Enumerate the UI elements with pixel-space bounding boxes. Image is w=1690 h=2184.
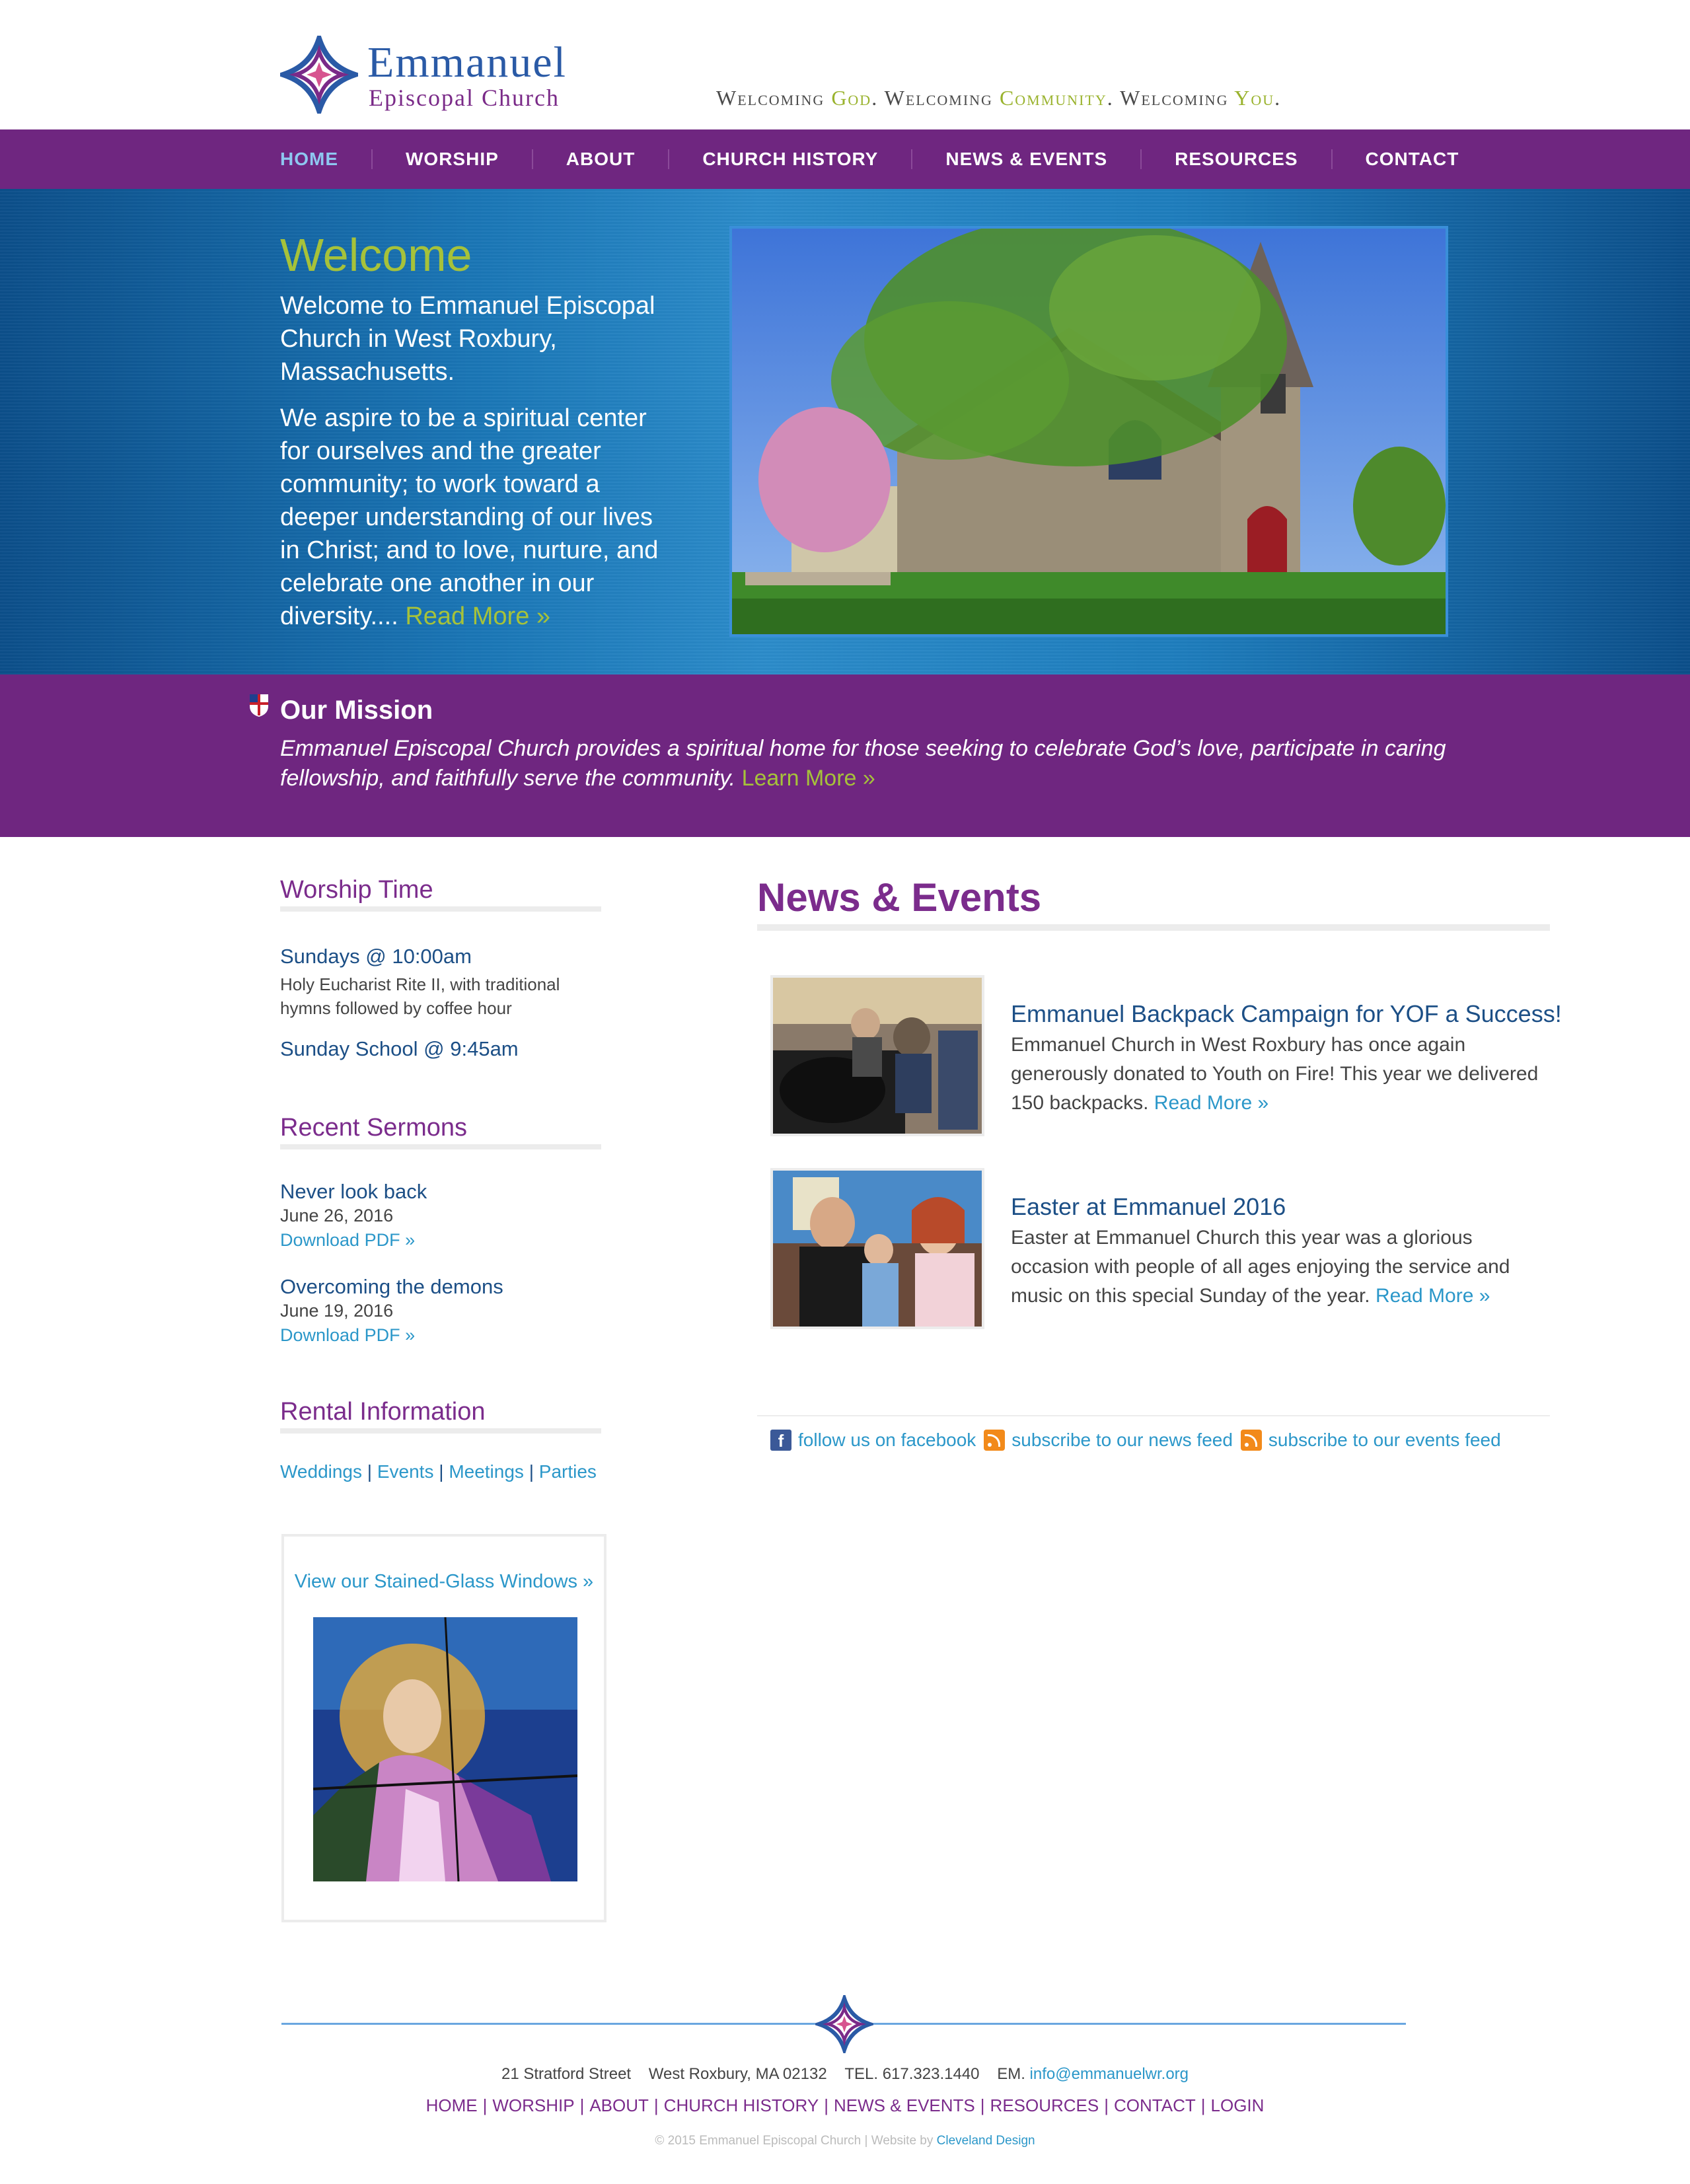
learn-more-link[interactable]: Learn More » bbox=[742, 766, 875, 791]
footer-nav-login[interactable]: LOGIN bbox=[1211, 2095, 1265, 2115]
stained-glass-link[interactable]: View our Stained-Glass Windows » bbox=[284, 1571, 604, 1593]
service-description-line2: hymns followed by coffee hour bbox=[280, 998, 512, 1018]
divider bbox=[757, 924, 1550, 931]
news-title[interactable]: Emmanuel Backpack Campaign for YOF a Suc… bbox=[1011, 1000, 1562, 1028]
nav-separator bbox=[635, 149, 702, 169]
welcome-intro: Welcome to Emmanuel Episcopal Church in … bbox=[280, 292, 655, 386]
designer-link[interactable]: Cleveland Design bbox=[937, 2134, 1035, 2148]
read-more-link[interactable]: Read More » bbox=[1376, 1285, 1490, 1307]
welcome-body: We aspire to be a spiritual center for o… bbox=[280, 404, 659, 630]
nav-item-church-history[interactable]: CHURCH HISTORY bbox=[702, 149, 878, 170]
news-feed-link[interactable]: subscribe to our news feed bbox=[1011, 1430, 1233, 1451]
footer-address: 21 Stratford Street West Roxbury, MA 021… bbox=[501, 2065, 1189, 2083]
read-more-link[interactable]: Read More » bbox=[405, 602, 550, 630]
rss-icon[interactable] bbox=[984, 1430, 1006, 1451]
logo-name: Emmanuel bbox=[367, 38, 567, 87]
meetings-link[interactable]: Meetings bbox=[449, 1461, 524, 1482]
footer-nav-home[interactable]: HOME bbox=[426, 2095, 478, 2115]
news-thumbnail[interactable] bbox=[770, 1168, 984, 1329]
church-photo bbox=[729, 226, 1448, 637]
footer-nav-worship[interactable]: WORSHIP bbox=[492, 2095, 574, 2115]
mission-text: Emmanuel Episcopal Church provides a spi… bbox=[280, 736, 1446, 791]
rss-icon[interactable] bbox=[1240, 1430, 1262, 1451]
facebook-link[interactable]: follow us on facebook bbox=[798, 1430, 976, 1451]
news-excerpt: Easter at Emmanuel Church this year was … bbox=[1011, 1227, 1510, 1307]
divider bbox=[280, 906, 601, 912]
weddings-link[interactable]: Weddings bbox=[280, 1461, 362, 1482]
nav-item-worship[interactable]: WORSHIP bbox=[406, 149, 499, 170]
footer-nav-church-history[interactable]: CHURCH HISTORY bbox=[664, 2095, 819, 2115]
read-more-link[interactable]: Read More » bbox=[1154, 1092, 1268, 1114]
events-feed-link[interactable]: subscribe to our events feed bbox=[1268, 1430, 1501, 1451]
cross-logo-icon bbox=[280, 36, 358, 114]
nav-item-resources[interactable]: RESOURCES bbox=[1175, 149, 1298, 170]
footer-nav-news-events[interactable]: NEWS & EVENTS bbox=[834, 2095, 975, 2115]
footer-email-link[interactable]: info@emmanuelwr.org bbox=[1030, 2065, 1189, 2083]
nav-separator bbox=[338, 149, 406, 169]
news-thumbnail[interactable] bbox=[770, 975, 984, 1136]
sermon-title[interactable]: Overcoming the demons bbox=[280, 1275, 503, 1299]
logo-subtitle: Episcopal Church bbox=[369, 85, 560, 111]
stained-glass-image[interactable] bbox=[313, 1617, 577, 1881]
sunday-school-time: Sunday School @ 9:45am bbox=[280, 1037, 519, 1060]
nav-item-news-events[interactable]: NEWS & EVENTS bbox=[945, 149, 1107, 170]
facebook-icon[interactable]: f bbox=[770, 1430, 791, 1451]
footer-copyright: © 2015 Emmanuel Episcopal Church | Websi… bbox=[655, 2134, 1035, 2148]
site-header: Emmanuel Episcopal Church Welcoming God.… bbox=[0, 0, 1690, 129]
rental-information-title: Rental Information bbox=[280, 1398, 486, 1426]
mission-band: Our Mission Emmanuel Episcopal Church pr… bbox=[0, 674, 1690, 837]
download-pdf-link[interactable]: Download PDF » bbox=[280, 1325, 415, 1346]
welcome-title: Welcome bbox=[280, 229, 472, 281]
nav-item-contact[interactable]: CONTACT bbox=[1366, 149, 1459, 170]
news-excerpt: Emmanuel Church in West Roxbury has once… bbox=[1011, 1034, 1539, 1114]
nav-separator bbox=[1298, 149, 1366, 169]
site-logo[interactable]: Emmanuel Episcopal Church bbox=[280, 36, 637, 116]
news-events-title: News & Events bbox=[757, 875, 1042, 920]
sermon-date: June 19, 2016 bbox=[280, 1301, 394, 1321]
stained-glass-box: View our Stained-Glass Windows » bbox=[281, 1534, 606, 1922]
sermon-date: June 26, 2016 bbox=[280, 1206, 394, 1225]
service-description-line1: Holy Eucharist Rite II, with traditional bbox=[280, 974, 560, 994]
divider bbox=[280, 1428, 601, 1434]
nav-separator bbox=[878, 149, 945, 169]
divider bbox=[280, 1144, 601, 1149]
footer-nav-about[interactable]: ABOUT bbox=[589, 2095, 649, 2115]
divider bbox=[757, 1415, 1550, 1416]
tagline: Welcoming God. Welcoming Community. Welc… bbox=[716, 86, 1282, 110]
recent-sermons-title: Recent Sermons bbox=[280, 1114, 468, 1142]
parties-link[interactable]: Parties bbox=[539, 1461, 597, 1482]
sunday-service-time: Sundays @ 10:00am bbox=[280, 945, 472, 968]
nav-separator bbox=[1107, 149, 1175, 169]
nav-item-about[interactable]: ABOUT bbox=[566, 149, 636, 170]
cross-logo-icon bbox=[815, 1995, 873, 2053]
news-title[interactable]: Easter at Emmanuel 2016 bbox=[1011, 1193, 1286, 1221]
main-nav: HOME WORSHIP ABOUT CHURCH HISTORY NEWS &… bbox=[0, 129, 1690, 189]
footer-nav: HOME | WORSHIP | ABOUT | CHURCH HISTORY | NEWS &… bbox=[425, 2095, 1265, 2115]
footer-nav-contact[interactable]: CONTACT bbox=[1114, 2095, 1196, 2115]
events-link[interactable]: Events bbox=[377, 1461, 434, 1482]
sermon-title[interactable]: Never look back bbox=[280, 1180, 427, 1204]
mission-title: Our Mission bbox=[280, 696, 433, 725]
welcome-hero: Welcome Welcome to Emmanuel Episcopal Ch… bbox=[0, 189, 1690, 674]
worship-time-title: Worship Time bbox=[280, 876, 433, 904]
nav-item-home[interactable]: HOME bbox=[280, 149, 338, 170]
footer-nav-resources[interactable]: RESOURCES bbox=[990, 2095, 1099, 2115]
episcopal-shield-icon bbox=[250, 694, 268, 717]
social-links: f follow us on facebook subscribe to our… bbox=[770, 1430, 1501, 1451]
nav-separator bbox=[499, 149, 566, 169]
rental-links: Weddings | Events | Meetings | Parties bbox=[280, 1461, 597, 1482]
download-pdf-link[interactable]: Download PDF » bbox=[280, 1230, 415, 1251]
